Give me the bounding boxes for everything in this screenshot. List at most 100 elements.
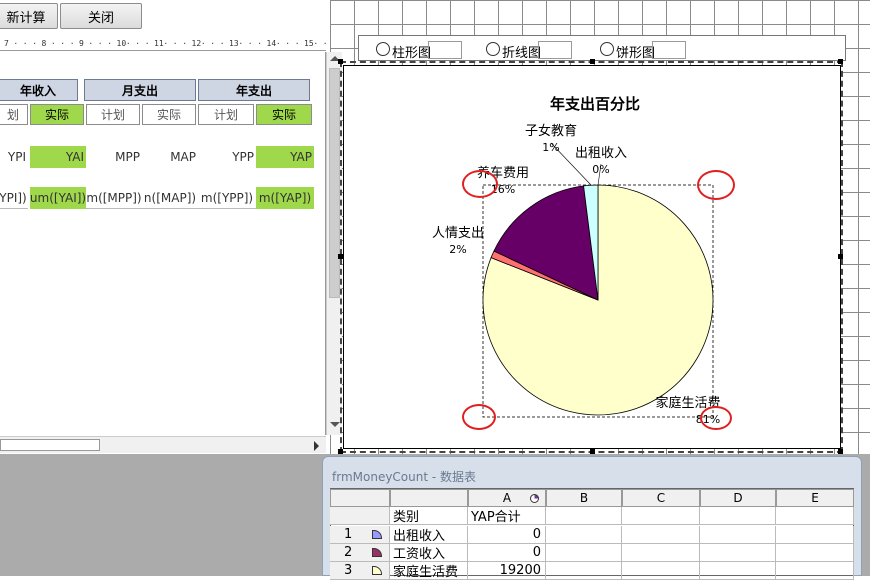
datasheet-empty-cell[interactable] bbox=[776, 544, 854, 562]
scroll-thumb-horizontal[interactable] bbox=[0, 439, 100, 451]
close-button[interactable]: 关闭 bbox=[60, 3, 142, 29]
datasheet-category-cell[interactable]: 家庭生活费 bbox=[390, 562, 468, 580]
chart-type-label-0[interactable]: 柱形图 bbox=[392, 42, 431, 61]
chart-type-label-2[interactable]: 饼形图 bbox=[616, 42, 655, 61]
datasheet-category-cell[interactable]: 出租收入 bbox=[390, 526, 468, 544]
sum-yap[interactable]: m([YAP]) bbox=[256, 187, 314, 209]
datasheet-col-B[interactable]: B bbox=[546, 489, 622, 507]
ruler-tick-mark: · bbox=[50, 39, 56, 48]
datasheet-empty-cell[interactable] bbox=[546, 526, 622, 544]
subheader-plan-annual[interactable]: 计划 bbox=[198, 104, 254, 125]
datasheet-row-number[interactable]: 1 bbox=[330, 526, 390, 544]
datasheet-col-E[interactable]: E bbox=[776, 489, 854, 507]
datasheet-value-cell[interactable]: 0 bbox=[468, 544, 546, 562]
pie-slice-label: 人情支出 bbox=[432, 226, 484, 241]
field-ypp[interactable]: YPP bbox=[198, 146, 256, 168]
datasheet-value-cell[interactable]: 19200 bbox=[468, 562, 546, 580]
sum-mpp[interactable]: m([MPP]) bbox=[86, 187, 142, 209]
resize-handle-tl[interactable] bbox=[338, 59, 343, 64]
datasheet-empty-cell[interactable] bbox=[622, 526, 700, 544]
sum-map[interactable]: n([MAP]) bbox=[142, 187, 198, 209]
field-mpp[interactable]: MPP bbox=[86, 146, 142, 168]
datasheet-empty-cell[interactable] bbox=[700, 562, 776, 580]
ruler-tick-mark: · bbox=[69, 39, 75, 48]
datasheet-row-header-blank[interactable] bbox=[330, 507, 390, 525]
ruler-tick-mark: · bbox=[13, 39, 19, 48]
datasheet-value-header[interactable]: YAP合计 bbox=[468, 507, 546, 525]
sum-yai[interactable]: um([YAI]) bbox=[30, 187, 86, 209]
ruler-tick-mark: · bbox=[32, 39, 38, 48]
scroll-down-arrow-icon[interactable] bbox=[330, 422, 340, 427]
datasheet-col-header-blank[interactable] bbox=[390, 489, 468, 507]
series-color-icon bbox=[372, 548, 382, 557]
recalculate-button[interactable]: 新计算 bbox=[0, 3, 58, 29]
ruler-tick-label: 15 bbox=[304, 39, 314, 48]
field-map[interactable]: MAP bbox=[142, 146, 198, 168]
datasheet-empty-cell[interactable] bbox=[622, 544, 700, 562]
datasheet-col-D[interactable]: D bbox=[700, 489, 776, 507]
datasheet-col-C[interactable]: C bbox=[622, 489, 700, 507]
pie-percent-label: 1% bbox=[542, 141, 559, 154]
sum-ypi[interactable]: YPI]) bbox=[0, 187, 28, 209]
header-annual-income[interactable]: 年收入 bbox=[0, 79, 78, 101]
ruler-tick-mark: · bbox=[219, 39, 225, 48]
ruler-tick-mark: · bbox=[88, 39, 94, 48]
datasheet-value-cell[interactable]: 0 bbox=[468, 526, 546, 544]
ruler-tick-mark: · bbox=[182, 39, 188, 48]
datasheet-empty-cell[interactable] bbox=[776, 507, 854, 525]
datasheet-corner[interactable] bbox=[330, 489, 390, 507]
datasheet-col-A[interactable]: A bbox=[468, 489, 546, 507]
header-annual-expense[interactable]: 年支出 bbox=[198, 79, 310, 101]
ruler-tick-mark: · bbox=[285, 39, 291, 48]
chart-type-radio-2[interactable] bbox=[600, 42, 614, 56]
datasheet-category-cell[interactable]: 工资收入 bbox=[390, 544, 468, 562]
field-ypi[interactable]: YPI bbox=[0, 146, 28, 168]
subheader-actual-monthly[interactable]: 实际 bbox=[142, 104, 196, 125]
datasheet-row-number[interactable]: 3 bbox=[330, 562, 390, 580]
series-color-icon bbox=[372, 566, 382, 575]
field-yai[interactable]: YAI bbox=[30, 146, 86, 168]
datasheet-empty-cell[interactable] bbox=[776, 526, 854, 544]
chart-type-radio-1[interactable] bbox=[486, 42, 500, 56]
ruler-tick-mark: · bbox=[257, 39, 263, 48]
ruler-tick-mark: · bbox=[163, 39, 169, 48]
datasheet-empty-cell[interactable] bbox=[700, 526, 776, 544]
resize-handle-tr[interactable] bbox=[838, 59, 843, 64]
ruler-tick-label: 10 bbox=[116, 39, 127, 48]
resize-handle-tm[interactable] bbox=[590, 59, 595, 64]
chart-type-radio-0[interactable] bbox=[376, 42, 390, 56]
header-monthly-expense[interactable]: 月支出 bbox=[84, 79, 196, 101]
datasheet-category-header[interactable]: 类别 bbox=[390, 507, 468, 525]
datasheet-row-number[interactable]: 2 bbox=[330, 544, 390, 562]
subheader-actual-annual[interactable]: 实际 bbox=[256, 104, 312, 125]
datasheet-empty-cell[interactable] bbox=[622, 562, 700, 580]
subheader-plan-income[interactable]: 划 bbox=[0, 104, 28, 125]
datasheet-empty-cell[interactable] bbox=[546, 544, 622, 562]
ruler-tick-mark: · bbox=[313, 39, 319, 48]
datasheet-empty-cell[interactable] bbox=[546, 562, 622, 580]
resize-handle-br[interactable] bbox=[838, 449, 843, 454]
chart-type-label-1[interactable]: 折线图 bbox=[502, 42, 541, 61]
ruler-tick-mark: · bbox=[125, 39, 131, 48]
sum-ypp[interactable]: m([YPP]) bbox=[198, 187, 256, 209]
ruler-tick-mark: · bbox=[247, 39, 253, 48]
datasheet-empty-cell[interactable] bbox=[776, 562, 854, 580]
ruler-tick-label: 8 bbox=[41, 39, 47, 48]
annotation-circle-br bbox=[700, 406, 732, 430]
resize-handle-bm[interactable] bbox=[590, 449, 595, 454]
datasheet-empty-cell[interactable] bbox=[622, 507, 700, 525]
scroll-right-arrow-icon[interactable] bbox=[314, 441, 319, 451]
datasheet-empty-cell[interactable] bbox=[546, 507, 622, 525]
field-yap[interactable]: YAP bbox=[256, 146, 314, 168]
subheader-actual-income[interactable]: 实际 bbox=[30, 104, 84, 125]
subheader-plan-monthly[interactable]: 计划 bbox=[86, 104, 140, 125]
resize-handle-bl[interactable] bbox=[338, 449, 343, 454]
annotation-circle-tr bbox=[697, 170, 735, 200]
datasheet-empty-cell[interactable] bbox=[700, 544, 776, 562]
chart-type-box-0 bbox=[428, 41, 462, 59]
datasheet-empty-cell[interactable] bbox=[700, 507, 776, 525]
ruler-tick-mark: · bbox=[135, 39, 141, 48]
scroll-thumb[interactable] bbox=[329, 68, 340, 298]
ruler-tick-mark: · bbox=[172, 39, 178, 48]
horizontal-scrollbar[interactable] bbox=[0, 436, 326, 453]
